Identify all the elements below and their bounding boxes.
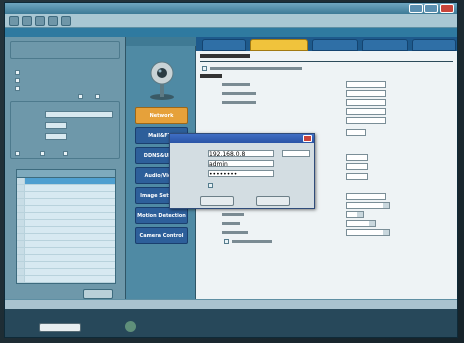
toolbar-button[interactable] (35, 16, 45, 26)
parameter-field[interactable] (45, 133, 67, 140)
parameter-field[interactable] (45, 122, 67, 129)
field-label (222, 231, 248, 234)
field-label (222, 213, 244, 216)
dns-input-2[interactable] (346, 117, 386, 124)
option-group (10, 41, 120, 59)
camera-list-row[interactable] (17, 227, 115, 234)
port-input[interactable] (346, 163, 368, 170)
panel-title-bar (5, 28, 457, 37)
reset-label (210, 67, 302, 70)
camera-list-row[interactable] (17, 206, 115, 213)
camera-list-row[interactable] (17, 185, 115, 192)
scan-button[interactable] (83, 289, 113, 299)
data-encryption-label (232, 240, 272, 243)
ok-button[interactable] (200, 196, 234, 206)
view-radio[interactable] (15, 151, 20, 156)
ssid-input[interactable] (346, 193, 386, 200)
title-bar (5, 3, 457, 14)
minimize-button[interactable] (409, 4, 423, 13)
section-divider (200, 61, 453, 62)
taskbar (5, 309, 457, 337)
section-heading (200, 54, 250, 58)
settings-nav-header (126, 37, 196, 46)
camera-list-row[interactable] (17, 234, 115, 241)
field-label (222, 92, 256, 95)
camera-list-row[interactable] (17, 248, 115, 255)
view-radio[interactable] (40, 151, 45, 156)
settings-tabs (196, 37, 457, 51)
http-port-input[interactable] (346, 129, 366, 136)
field-label (222, 101, 256, 104)
channel-select[interactable] (346, 211, 364, 218)
tab-home[interactable] (202, 39, 246, 51)
option-radio[interactable] (95, 94, 100, 99)
camera-list-row[interactable] (17, 241, 115, 248)
parameter-field[interactable] (45, 111, 113, 118)
maximize-button[interactable] (424, 4, 438, 13)
preamble-select[interactable] (346, 229, 390, 236)
dialog-close-button[interactable] (303, 135, 312, 142)
tab-status[interactable] (362, 39, 408, 51)
field-label (222, 83, 250, 86)
toolbar-button[interactable] (9, 16, 19, 26)
nav-network-button[interactable]: Network (135, 107, 188, 124)
camera-list-row[interactable] (17, 220, 115, 227)
camera-select[interactable] (39, 323, 81, 332)
audio-port-input[interactable] (346, 173, 368, 180)
toolbar-button[interactable] (61, 16, 71, 26)
toolbar-button[interactable] (22, 16, 32, 26)
camera-list-row[interactable] (17, 213, 115, 220)
camera-list-row[interactable] (17, 255, 115, 262)
data-encryption-checkbox[interactable] (224, 239, 229, 244)
dialog-title-bar (170, 134, 314, 143)
default-router-input[interactable] (346, 99, 386, 106)
camera-list-row[interactable] (17, 178, 115, 185)
password-input[interactable]: •••••••• (208, 170, 274, 178)
tab-advanced[interactable] (250, 39, 308, 51)
option-checkbox[interactable] (15, 86, 20, 91)
camera-list-row[interactable] (17, 199, 115, 206)
toolbar-button[interactable] (48, 16, 58, 26)
ip-address-input[interactable]: 192.168.0.8 (208, 150, 274, 158)
status-bar (5, 299, 457, 309)
tx-rate-select[interactable] (346, 220, 376, 227)
cancel-button[interactable] (256, 196, 290, 206)
device-panel (5, 37, 126, 299)
tab-tools[interactable] (312, 39, 358, 51)
option-radio[interactable] (78, 94, 83, 99)
option-checkbox[interactable] (15, 70, 20, 75)
dns-input[interactable] (346, 108, 386, 115)
app-window: Network Mail&FTP DDNS&UPnP Audio/Video I… (4, 2, 458, 338)
screenshot-frame: Network Mail&FTP DDNS&UPnP Audio/Video I… (0, 0, 464, 343)
connection-icon (125, 321, 136, 332)
camera-list-header (17, 170, 115, 178)
wireless-mode-select[interactable] (346, 202, 390, 209)
camera-list-row[interactable] (17, 269, 115, 276)
camera-list (16, 169, 116, 284)
reset-checkbox[interactable] (202, 66, 207, 71)
subnet-mask-input[interactable] (346, 90, 386, 97)
camera-icon (150, 61, 174, 100)
camera-list-row[interactable] (17, 262, 115, 269)
nav-camera-control-button[interactable]: Camera Control (135, 227, 188, 244)
camera-list-row[interactable] (17, 192, 115, 199)
user-input[interactable]: admin (208, 160, 274, 168)
field-label (222, 222, 240, 225)
close-button[interactable] (440, 4, 454, 13)
general-heading (200, 74, 222, 78)
nav-motion-detection-button[interactable]: Motion Detection (135, 207, 188, 224)
camera-list-row[interactable] (17, 276, 115, 283)
port-input[interactable] (346, 154, 368, 161)
dialog-checkbox[interactable] (208, 183, 213, 188)
ip-address-input[interactable] (346, 81, 386, 88)
view-radio[interactable] (63, 151, 68, 156)
toolbar (5, 14, 457, 28)
option-checkbox[interactable] (15, 78, 20, 83)
port-input[interactable] (282, 150, 310, 157)
tab-help[interactable] (412, 39, 456, 51)
insert-camera-dialog: 192.168.0.8 admin •••••••• (169, 133, 315, 209)
